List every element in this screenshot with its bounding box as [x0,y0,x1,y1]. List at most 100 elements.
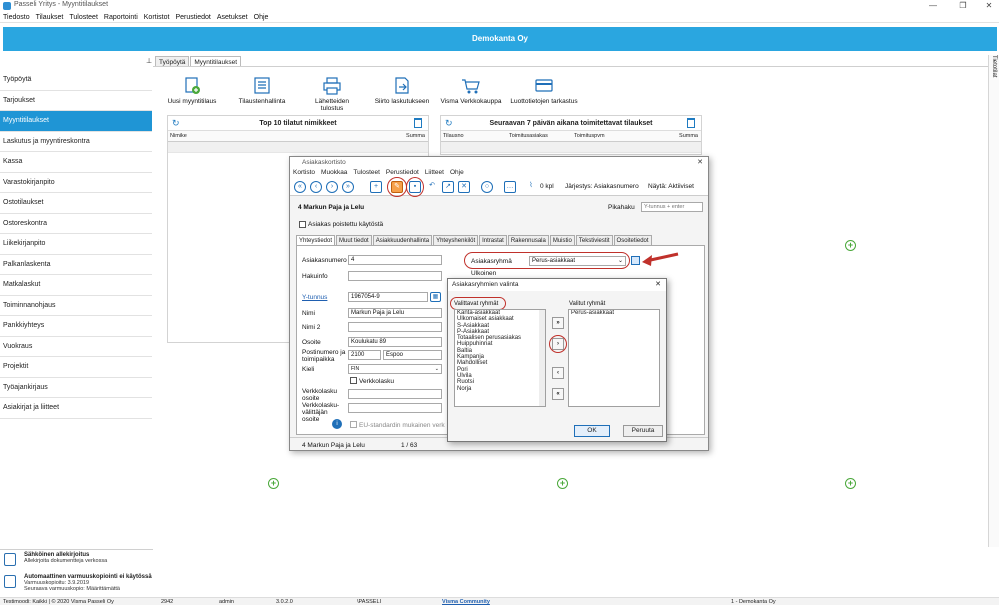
first-record-icon[interactable]: « [294,181,306,193]
undo-icon[interactable]: ↶ [426,181,438,193]
tab-yhteyshenkilot[interactable]: Yhteyshenkilöt [433,235,479,245]
close-icon[interactable]: ✕ [655,279,661,291]
info-icon[interactable]: i [332,419,342,429]
column-header-toimitusasiakas[interactable]: Toimitusasiakas [509,131,548,142]
tab-asiakkuudenhallinta[interactable]: Asiakkuudenhallinta [372,235,433,245]
sidebar-item-ostoreskontra[interactable]: Ostoreskontra [0,213,152,234]
attachment-icon[interactable]: ⌇ [525,181,537,193]
menu-tilaukset[interactable]: Tilaukset [33,12,67,23]
menu-tulosteet[interactable]: Tulosteet [66,12,101,23]
tab-muistio[interactable]: Muistio [549,235,575,245]
previous-record-icon[interactable]: ‹ [310,181,322,193]
message-icon[interactable]: … [504,181,516,193]
dialog-menu-liitteet[interactable]: Liitteet [425,169,444,176]
sidebar-item-vuokraus[interactable]: Vuokraus [0,336,152,357]
minimize-button[interactable]: — [924,0,942,12]
sidebar-item-pankkiyhteys[interactable]: Pankkiyhteys [0,316,152,337]
list-item[interactable]: Norja [457,386,545,392]
eu-checkbox[interactable] [350,421,357,428]
menu-asetukset[interactable]: Asetukset [214,12,251,23]
deleted-checkbox[interactable] [299,221,306,228]
close-window-button[interactable]: ✕ [980,0,998,12]
sidebar-item-varastokirjanpito[interactable]: Varastokirjanpito [0,172,152,193]
dialog-menu-muokkaa[interactable]: Muokkaa [321,169,347,176]
ok-button[interactable]: OK [574,425,610,437]
menu-tiedosto[interactable]: Tiedosto [0,12,33,23]
backup-notice[interactable]: Automaattinen varmuuskopiointi ei käytös… [0,572,153,594]
ytunnus-field[interactable]: 1967054-9 [348,292,428,302]
quicksearch-input[interactable] [641,202,703,212]
new-record-icon[interactable]: + [370,181,382,193]
tab-yhteystiedot[interactable]: Yhteystiedot [296,235,336,245]
cancel-button[interactable]: Peruuta [623,425,663,437]
tab-rakennusala[interactable]: Rakennusala [507,235,549,245]
verkkolasku-osoite-field[interactable] [348,389,442,399]
sidebar-item-myyntitilaukset[interactable]: Myyntitilaukset [0,111,152,132]
print-dispatch-button[interactable]: Lähetteiden tulostus [304,77,360,112]
refresh-icon[interactable]: ↻ [445,116,453,131]
sidebar-item-tyoajankirjaus[interactable]: Työajankirjaus [0,377,152,398]
column-header-nimike[interactable]: Nimike [170,131,187,142]
osoite-field[interactable]: Koulukatu 89 [348,337,442,347]
company-search-icon[interactable]: ▦ [430,292,441,302]
selected-groups-list[interactable]: Perus-asiakkaat [568,309,660,407]
delete-icon[interactable]: ✕ [458,181,470,193]
dialog-menu-tulosteet[interactable]: Tulosteet [353,169,380,176]
move-all-right-button[interactable]: » [552,317,564,329]
close-icon[interactable]: ✕ [697,157,703,168]
hakuinfo-field[interactable] [348,271,442,281]
ytunnus-link[interactable]: Y-tunnus [302,294,327,301]
sidebar-item-projektit[interactable]: Projektit [0,357,152,378]
menu-perustiedot[interactable]: Perustiedot [172,12,213,23]
column-header-tilausno[interactable]: Tilausno [443,131,464,142]
menu-kortistot[interactable]: Kortistot [141,12,173,23]
sidebar-item-tarjoukset[interactable]: Tarjoukset [0,90,152,111]
list-item[interactable]: Perus-asiakkaat [571,310,659,316]
menu-ohje[interactable]: Ohje [251,12,272,23]
dialog-menu-kortisto[interactable]: Kortisto [293,169,315,176]
visma-store-button[interactable]: Visma Verkkokauppa [440,77,502,105]
tab-osoitetiedot[interactable]: Osoitetiedot [613,235,652,245]
e-signature-notice[interactable]: Sähköinen allekirjoitus Allekirjoita dok… [0,550,153,572]
nimi-field[interactable]: Markun Paja ja Lelu [348,308,442,318]
right-rail[interactable]: Tietotilat [988,55,999,547]
sidebar-item-ostotilaukset[interactable]: Ostotilaukset [0,193,152,214]
dialog-menu-perustiedot[interactable]: Perustiedot [386,169,419,176]
postinumero-field[interactable]: 2100 [348,350,381,360]
new-order-button[interactable]: Uusi myyntitilaus [166,77,218,105]
dialog-menu-ohje[interactable]: Ohje [450,169,464,176]
move-all-left-button[interactable]: « [552,388,564,400]
export-icon[interactable]: ↗ [442,181,454,193]
column-header-summa[interactable]: Summa [406,131,425,142]
pin-icon[interactable]: ⊥ [146,57,152,65]
sidebar-item-toiminnanohjaus[interactable]: Toiminnanohjaus [0,295,152,316]
sidebar-item-laskutus[interactable]: Laskutus ja myyntireskontra [0,131,152,152]
sidebar-item-liikekirjanpito[interactable]: Liikekirjanpito [0,234,152,255]
tab-tekstiviestit[interactable]: Tekstiviestit [575,235,613,245]
maximize-button[interactable]: ❐ [954,0,972,12]
add-widget-icon[interactable]: + [845,240,856,251]
available-groups-list[interactable]: Kanta-asiakkaat Ulkomaiset asiakkaat S-A… [454,309,546,407]
transfer-invoicing-button[interactable]: Siirto laskutukseen [372,77,432,105]
sidebar-item-tyopoyta[interactable]: Työpöytä [0,70,152,91]
tab-muut-tiedot[interactable]: Muut tiedot [336,235,372,245]
verkkolasku-checkbox[interactable] [350,377,357,384]
sidebar-item-matkalaskut[interactable]: Matkalaskut [0,275,152,296]
sidebar-item-kassa[interactable]: Kassa [0,152,152,173]
toimipaikka-field[interactable]: Espoo [383,350,442,360]
menu-raportointi[interactable]: Raportointi [101,12,141,23]
refresh-icon[interactable]: ↻ [172,116,180,131]
add-widget-icon[interactable]: + [845,478,856,489]
add-widget-icon[interactable]: + [268,478,279,489]
credit-check-button[interactable]: Luottotietojen tarkastus [508,77,580,105]
order-management-button[interactable]: Tilaustenhallinta [236,77,288,105]
move-left-button[interactable]: ‹ [552,367,564,379]
trash-icon[interactable] [414,118,422,128]
show-dropdown[interactable]: Näytä: Aktiiviset [648,183,694,190]
search-icon[interactable]: ○ [481,181,493,193]
add-widget-icon[interactable]: + [557,478,568,489]
nimi2-field[interactable] [348,322,442,332]
tab-intrastat[interactable]: Intrastat [479,235,507,245]
asiakasnumero-field[interactable]: 4 [348,255,442,265]
sidebar-item-palkanlaskenta[interactable]: Palkanlaskenta [0,254,152,275]
